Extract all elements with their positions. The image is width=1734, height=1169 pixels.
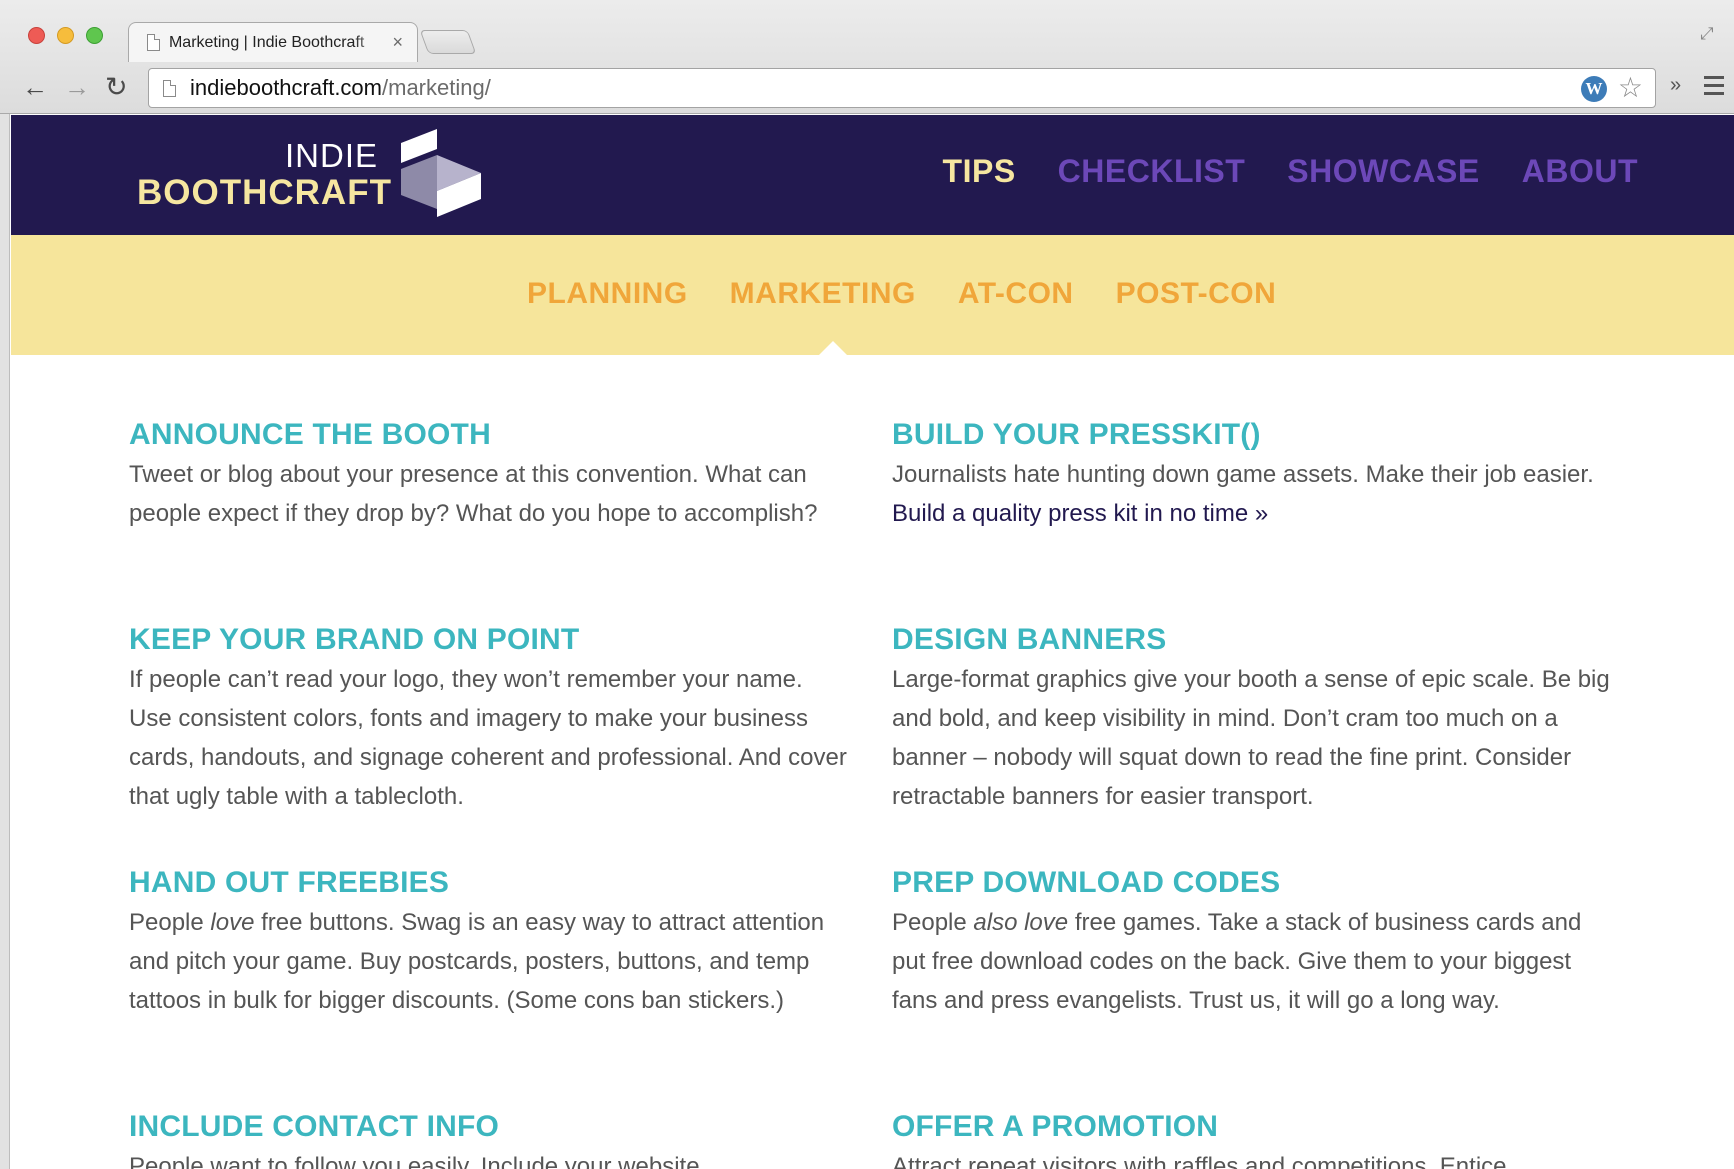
site-header: INDIE BOOTHCRAFT TIPS CHECKLIST SHOWCASE…	[11, 115, 1734, 235]
url-text: indieboothcraft.com/marketing/	[190, 75, 491, 101]
tip-title: DESIGN BANNERS	[892, 623, 1167, 656]
tip-title: HAND OUT FREEBIES	[129, 866, 450, 899]
nav-about[interactable]: ABOUT	[1522, 153, 1638, 190]
tip-body: Attract repeat visitors with raffles and…	[892, 1153, 1507, 1169]
subnav-at-con[interactable]: AT-CON	[958, 277, 1074, 311]
tips-content: ANNOUNCE THE BOOTH Tweet or blog about y…	[11, 355, 1734, 1169]
close-window-button[interactable]	[28, 27, 45, 44]
tip-body: If people can’t read your logo, they won…	[129, 666, 847, 810]
tip-brand-on-point: KEEP YOUR BRAND ON POINT If people can’t…	[129, 620, 849, 816]
subnav-post-con[interactable]: POST-CON	[1116, 277, 1277, 311]
nav-tips[interactable]: TIPS	[943, 153, 1016, 190]
window-edge	[0, 0, 10, 1169]
tip-offer-promotion: OFFER A PROMOTION Attract repeat visitor…	[892, 1107, 1612, 1169]
new-tab-button[interactable]	[419, 30, 477, 54]
zoom-window-button[interactable]	[86, 27, 103, 44]
tip-title: BUILD YOUR PRESSKIT()	[892, 418, 1261, 451]
site-logo[interactable]: INDIE BOOTHCRAFT	[127, 127, 487, 227]
tip-build-presskit: BUILD YOUR PRESSKIT() Journalists hate h…	[892, 415, 1612, 533]
tip-design-banners: DESIGN BANNERS Large-format graphics giv…	[892, 620, 1612, 816]
active-section-pointer	[819, 341, 847, 355]
subnav-planning[interactable]: PLANNING	[527, 277, 688, 311]
tip-title: OFFER A PROMOTION	[892, 1110, 1219, 1143]
tip-title: ANNOUNCE THE BOOTH	[129, 418, 491, 451]
tip-body-text: People	[129, 909, 204, 936]
forward-button[interactable]: →	[64, 72, 90, 102]
presskit-link[interactable]: Build a quality press kit in no time »	[892, 500, 1268, 527]
tip-title: KEEP YOUR BRAND ON POINT	[129, 623, 580, 656]
page-icon	[147, 34, 160, 51]
wordpress-icon[interactable]: W	[1581, 76, 1607, 102]
subnav-marketing[interactable]: MARKETING	[730, 277, 916, 311]
tip-announce-booth: ANNOUNCE THE BOOTH Tweet or blog about y…	[129, 415, 849, 533]
extensions-chevron-icon[interactable]: »	[1670, 74, 1681, 97]
tip-body: Journalists hate hunting down game asset…	[892, 455, 1612, 533]
tip-body: Tweet or blog about your presence at thi…	[129, 461, 818, 527]
bookmark-star-icon[interactable]: ☆	[1618, 72, 1643, 104]
tip-title: PREP DOWNLOAD CODES	[892, 866, 1281, 899]
reload-button[interactable]: ↻	[105, 72, 128, 102]
back-button[interactable]: ←	[22, 72, 48, 102]
tip-body: People want to follow you easily. Includ…	[129, 1153, 700, 1169]
tip-body-text: Journalists hate hunting down game asset…	[892, 461, 1594, 488]
browser-tab[interactable]: Marketing | Indie Boothcraft ×	[128, 22, 418, 62]
url-domain: indieboothcraft.com	[190, 75, 382, 100]
tab-title: Marketing | Indie Boothcraft	[168, 33, 365, 51]
nav-showcase[interactable]: SHOWCASE	[1287, 153, 1479, 190]
main-nav: TIPS CHECKLIST SHOWCASE ABOUT	[943, 153, 1638, 190]
nav-checklist[interactable]: CHECKLIST	[1058, 153, 1246, 190]
fullscreen-icon[interactable]: ⤢	[1700, 24, 1720, 44]
tip-title: INCLUDE CONTACT INFO	[129, 1110, 500, 1143]
browser-chrome: Marketing | Indie Boothcraft × ⤢ ← → ↻ i…	[0, 0, 1734, 114]
tip-prep-download-codes: PREP DOWNLOAD CODES People also love fre…	[892, 863, 1612, 1020]
page-icon	[163, 79, 176, 97]
tip-body: Large-format graphics give your booth a …	[892, 666, 1610, 810]
tip-body: People love free buttons. Swag is an eas…	[129, 903, 849, 1020]
sub-nav-links: PLANNING MARKETING AT-CON POST-CON	[527, 277, 1276, 311]
tip-body-emphasis: love	[210, 909, 255, 936]
menu-icon[interactable]	[1704, 76, 1724, 100]
address-bar[interactable]: indieboothcraft.com/marketing/ W ☆	[148, 68, 1656, 108]
booth-cube-icon	[401, 129, 481, 217]
url-path: /marketing/	[382, 75, 491, 100]
tip-body-text: People	[892, 909, 967, 936]
close-tab-icon[interactable]: ×	[392, 32, 403, 53]
sub-nav: PLANNING MARKETING AT-CON POST-CON	[11, 235, 1734, 355]
tip-body: People also love free games. Take a stac…	[892, 903, 1612, 1020]
logo-boothcraft-text: BOOTHCRAFT	[137, 173, 392, 212]
logo-indie-text: INDIE	[285, 137, 379, 174]
minimize-window-button[interactable]	[57, 27, 74, 44]
tip-body-emphasis: also love	[973, 909, 1069, 936]
tip-include-contact-info: INCLUDE CONTACT INFO People want to foll…	[129, 1107, 849, 1169]
tip-hand-out-freebies: HAND OUT FREEBIES People love free butto…	[129, 863, 849, 1020]
